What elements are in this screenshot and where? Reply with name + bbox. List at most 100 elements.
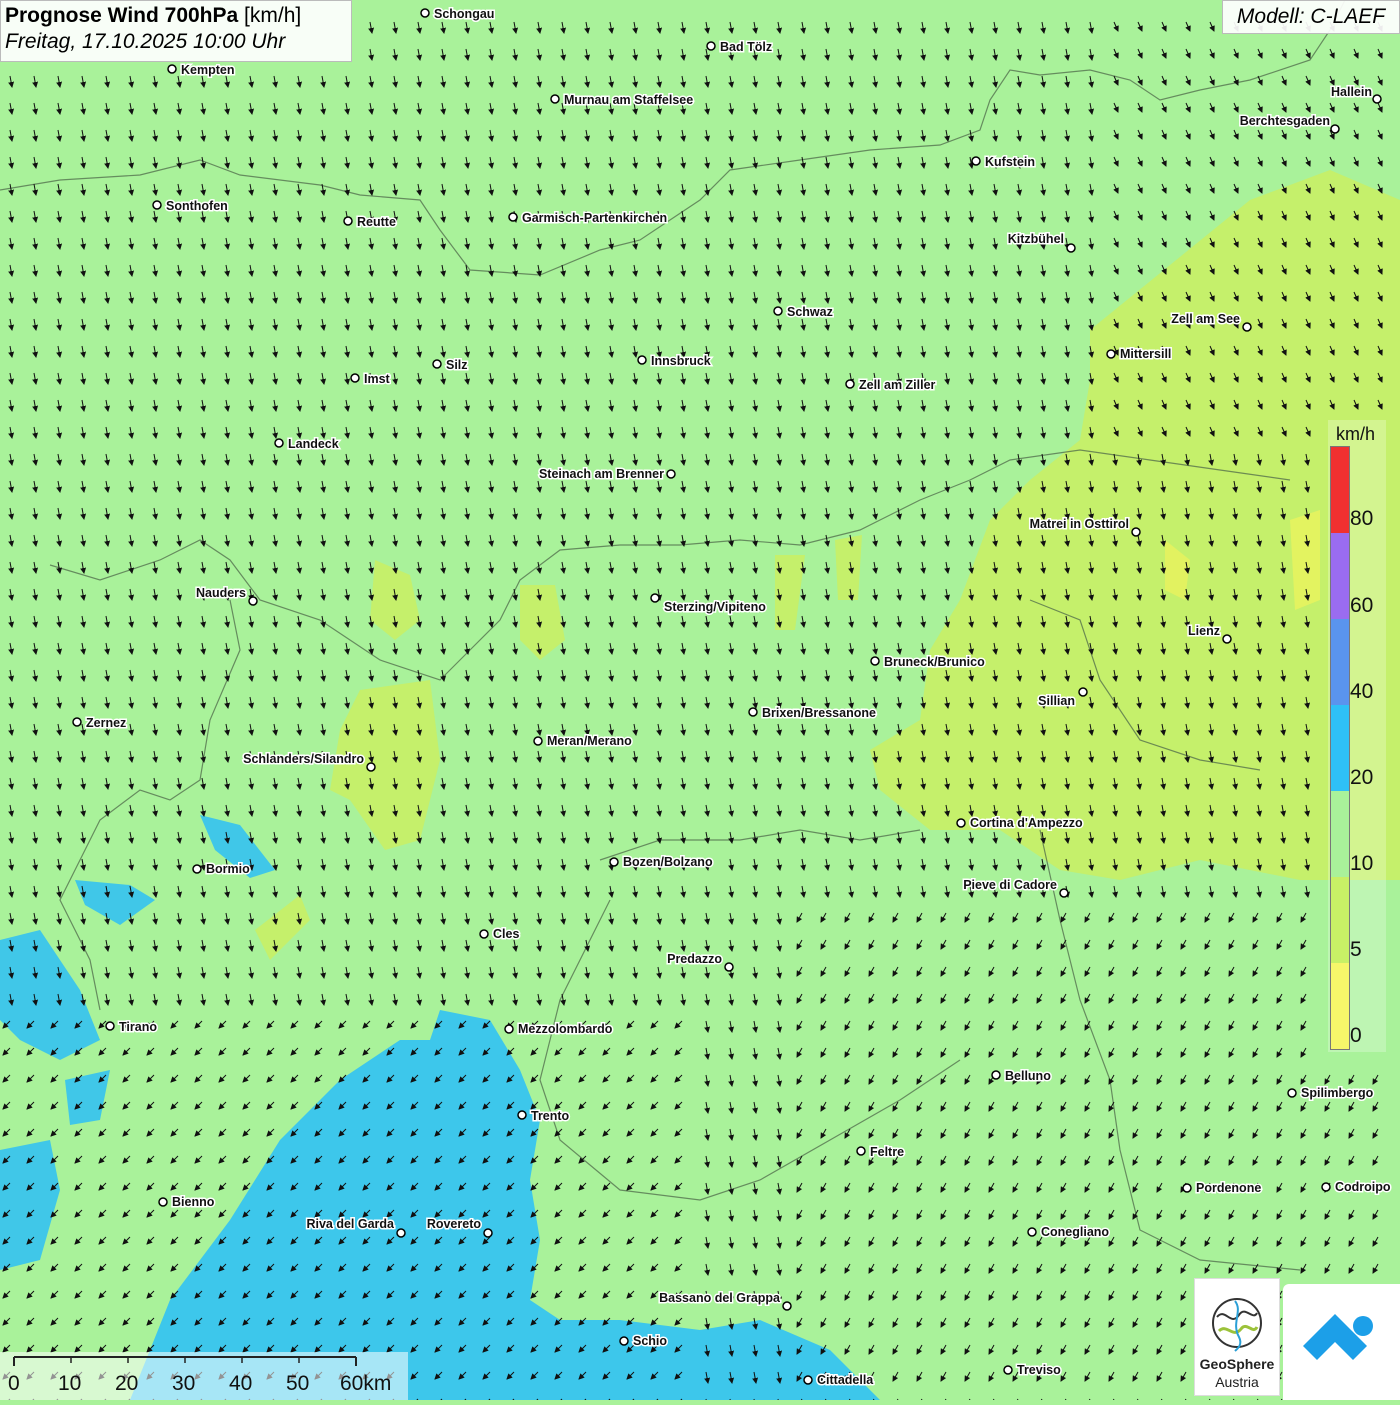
app-logo[interactable]: [1283, 1284, 1400, 1400]
city-marker: [504, 1024, 514, 1034]
city-label: Zell am Ziller: [859, 378, 936, 392]
scale-label-50: 50: [286, 1372, 310, 1395]
city-label: Murnau am Staffelsee: [564, 93, 693, 107]
map-unit: [km/h]: [244, 4, 302, 27]
city-marker: [167, 64, 177, 74]
city-label: Berchtesgaden: [1240, 114, 1330, 128]
city-label: Schlanders/Silandro: [243, 752, 364, 766]
scale-label-30: 30: [172, 1372, 196, 1395]
city-marker: [158, 1197, 168, 1207]
city-marker: [479, 929, 489, 939]
scale-label-10: 10: [58, 1372, 82, 1395]
city-label: Cittadella: [817, 1373, 874, 1387]
city-label: Brixen/Bressanone: [762, 706, 876, 720]
legend-tick-5: 5: [1350, 938, 1362, 961]
legend-seg-5-10: [1331, 877, 1349, 963]
city-marker: [533, 736, 543, 746]
city-label: Pordenone: [1196, 1181, 1261, 1195]
geosphere-emblem-icon: [1212, 1298, 1262, 1352]
city-marker: [105, 1021, 115, 1031]
city-label: Bienno: [172, 1195, 215, 1209]
city-marker: [1182, 1183, 1192, 1193]
city-label: Pieve di Cadore: [963, 878, 1057, 892]
city-label: Kufstein: [985, 155, 1035, 169]
city-label: Garmisch-Partenkirchen: [522, 211, 667, 225]
city-marker: [420, 8, 430, 18]
legend-tick-60: 60: [1350, 594, 1374, 617]
city-marker: [1003, 1365, 1013, 1375]
model-label: Modell: C-LAEF: [1222, 0, 1400, 34]
city-marker: [666, 469, 676, 479]
city-label: Innsbruck: [651, 354, 711, 368]
city-marker: [609, 857, 619, 867]
scale-label-0: 0: [8, 1372, 20, 1395]
city-label: Predazzo: [667, 952, 722, 966]
legend-colorbar: [1330, 446, 1350, 1050]
city-label: Sterzing/Vipiteno: [664, 600, 766, 614]
city-label: Landeck: [288, 437, 339, 451]
city-marker: [432, 359, 442, 369]
city-marker: [1287, 1088, 1297, 1098]
city-marker: [650, 593, 660, 603]
city-label: Sillian: [1038, 694, 1075, 708]
city-marker: [870, 656, 880, 666]
city-label: Treviso: [1017, 1363, 1061, 1377]
city-marker: [192, 864, 202, 874]
city-marker: [72, 717, 82, 727]
legend-seg-80-plus: [1331, 447, 1349, 533]
city-label: Bormio: [206, 862, 250, 876]
legend-seg-20-40: [1331, 705, 1349, 791]
legend-tick-20: 20: [1350, 766, 1374, 789]
city-label: Bassano del Grappa: [659, 1291, 781, 1305]
city-marker: [782, 1301, 792, 1311]
city-label: Bozen/Bolzano: [623, 855, 713, 869]
city-label: Silz: [446, 358, 468, 372]
legend-seg-10-20: [1331, 791, 1349, 877]
scale-label-20: 20: [115, 1372, 139, 1395]
city-label: Belluno: [1005, 1069, 1051, 1083]
city-label: Trento: [531, 1109, 570, 1123]
city-marker: [1078, 687, 1088, 697]
city-marker: [619, 1336, 629, 1346]
city-label: Feltre: [870, 1145, 904, 1159]
city-marker: [350, 373, 360, 383]
city-marker: [773, 306, 783, 316]
logo-line1: GeoSphere: [1199, 1356, 1275, 1372]
city-label: Riva del Garda: [306, 1217, 395, 1231]
forecast-datetime: Freitag, 17.10.2025 10:00 Uhr: [5, 30, 286, 53]
city-label: Mezzolombardo: [518, 1022, 613, 1036]
mountain-arrow-icon: [1303, 1314, 1373, 1360]
city-marker: [845, 379, 855, 389]
city-marker: [748, 707, 758, 717]
city-marker: [517, 1110, 527, 1120]
city-label: Kitzbühel: [1008, 232, 1064, 246]
city-marker: [508, 212, 518, 222]
legend-seg-60-80: [1331, 533, 1349, 619]
city-label: Bad Tölz: [720, 40, 772, 54]
city-label: Rovereto: [427, 1217, 482, 1231]
city-label: Zernez: [86, 716, 126, 730]
city-marker: [550, 94, 560, 104]
city-marker: [1066, 243, 1076, 253]
city-label: Imst: [364, 372, 391, 386]
city-marker: [1059, 888, 1069, 898]
legend-tick-80: 80: [1350, 507, 1374, 530]
city-label: Steinach am Brenner: [539, 467, 664, 481]
city-label: Conegliano: [1041, 1225, 1109, 1239]
city-label: Kempten: [181, 63, 234, 77]
legend-unit: km/h: [1336, 424, 1376, 444]
city-marker: [248, 596, 258, 606]
city-marker: [706, 41, 716, 51]
city-label: Sonthofen: [166, 199, 228, 213]
wind-zone-5-10-patch-d: [835, 535, 862, 600]
city-label: Hallein: [1331, 85, 1372, 99]
city-label: Reutte: [357, 215, 396, 229]
city-marker: [1242, 322, 1252, 332]
map-title: Prognose Wind 700hPa: [5, 4, 239, 27]
city-label: Cortina d'Ampezzo: [970, 816, 1083, 830]
city-marker: [971, 156, 981, 166]
city-label: Schwaz: [787, 305, 833, 319]
title-box: Prognose Wind 700hPa [km/h] Freitag, 17.…: [0, 0, 352, 62]
legend-tick-40: 40: [1350, 680, 1374, 703]
city-marker: [956, 818, 966, 828]
